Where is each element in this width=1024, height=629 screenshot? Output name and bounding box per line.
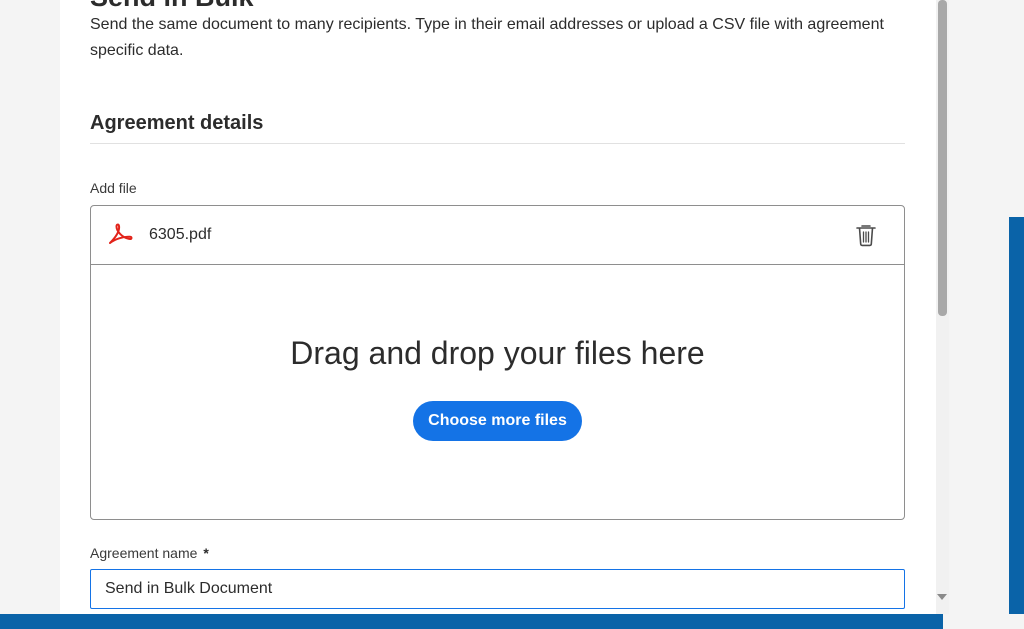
choose-more-files-button[interactable]: Choose more files xyxy=(413,401,582,441)
drop-zone[interactable]: Drag and drop your files here Choose mor… xyxy=(91,265,904,519)
right-edge-strip xyxy=(1009,217,1024,614)
section-divider xyxy=(90,143,905,144)
add-file-label: Add file xyxy=(90,180,137,196)
send-in-bulk-panel: Send in Bulk Send the same document to m… xyxy=(60,0,936,614)
file-upload-box: 6305.pdf Drag and drop your files here C… xyxy=(90,205,905,520)
bottom-bar xyxy=(0,614,943,629)
agreement-name-input[interactable] xyxy=(90,569,905,609)
file-row: 6305.pdf xyxy=(91,206,904,265)
pdf-icon xyxy=(107,222,133,248)
file-name: 6305.pdf xyxy=(149,226,212,243)
agreement-name-label-text: Agreement name xyxy=(90,545,198,561)
trash-icon[interactable] xyxy=(855,223,877,247)
page: Send in Bulk Send the same document to m… xyxy=(0,0,1024,629)
scroll-down-arrow-icon[interactable] xyxy=(937,594,947,600)
agreement-name-label: Agreement name * xyxy=(90,545,209,561)
page-description: Send the same document to many recipient… xyxy=(90,16,884,59)
agreement-details-heading: Agreement details xyxy=(90,112,264,134)
scrollbar-thumb[interactable] xyxy=(938,0,947,316)
drop-zone-text: Drag and drop your files here xyxy=(290,335,705,371)
required-marker: * xyxy=(203,545,209,561)
